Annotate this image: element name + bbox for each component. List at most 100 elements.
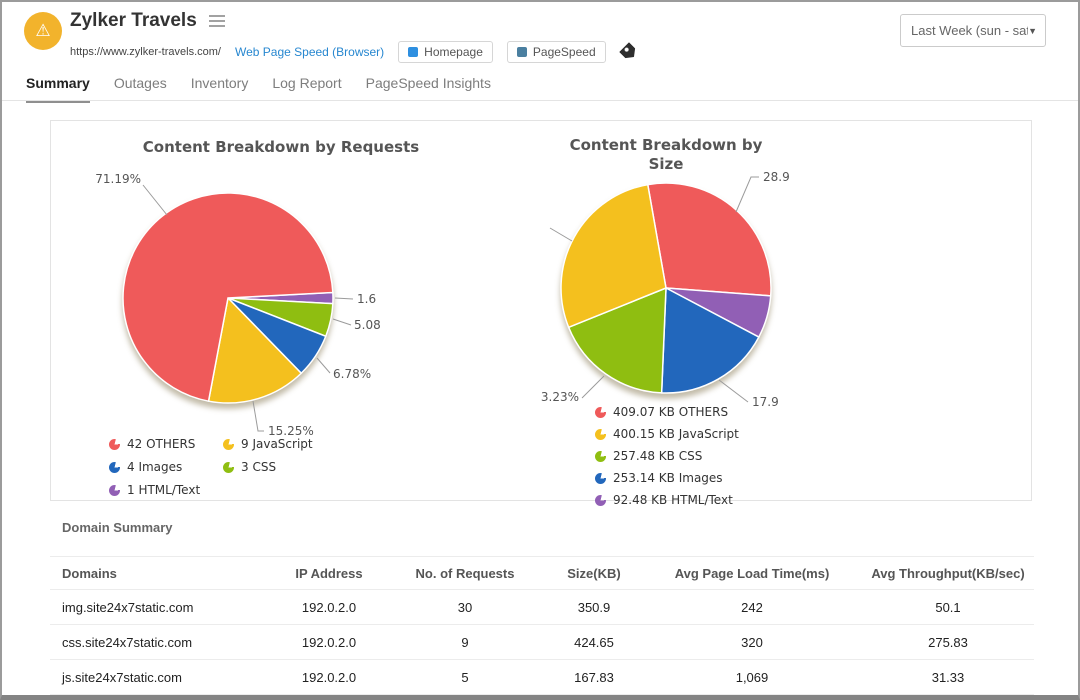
- col-avg-page-load-time: Avg Page Load Time(ms): [642, 557, 862, 590]
- legend-label: 92.48 KB HTML/Text: [613, 493, 733, 507]
- cell-load-time: 320: [642, 625, 862, 660]
- size-pie-chart: [561, 183, 771, 393]
- legend-item-others[interactable]: 42 OTHERS: [109, 437, 200, 451]
- domain-summary-title: Domain Summary: [62, 520, 173, 535]
- cell-domain: img.site24x7static.com: [50, 590, 274, 625]
- callout-others-size: 28.9: [763, 170, 790, 184]
- content-breakdown-panel: Content Breakdown by Requests Content Br…: [50, 120, 1032, 501]
- table-row: img.site24x7static.com 192.0.2.0 30 350.…: [50, 590, 1034, 625]
- callout-htmltext-requests: 1.6: [357, 292, 376, 306]
- col-size-kb: Size(KB): [546, 557, 642, 590]
- pie-legend-icon: [595, 473, 606, 484]
- badge-label: PageSpeed: [533, 45, 596, 59]
- pie-legend-icon: [109, 485, 120, 496]
- col-domains: Domains: [50, 557, 274, 590]
- table-row: css.site24x7static.com 192.0.2.0 9 424.6…: [50, 625, 1034, 660]
- pie-legend-icon: [109, 439, 120, 450]
- warning-icon: ⚠: [35, 21, 50, 41]
- pie-legend-icon: [109, 462, 120, 473]
- cell-throughput: 31.33: [862, 660, 1034, 695]
- tab-log-report[interactable]: Log Report: [272, 75, 341, 103]
- legend-label: 4 Images: [127, 460, 182, 474]
- pie-legend-icon: [595, 407, 606, 418]
- legend-label: 253.14 KB Images: [613, 471, 723, 485]
- cell-requests: 5: [384, 660, 546, 695]
- page-title: Zylker Travels: [70, 10, 197, 32]
- legend-item-css[interactable]: 3 CSS: [223, 460, 313, 474]
- hamburger-menu-icon[interactable]: [209, 15, 225, 27]
- badge-square-icon: [517, 47, 527, 57]
- legend-label: 1 HTML/Text: [127, 483, 200, 497]
- tab-summary[interactable]: Summary: [26, 75, 90, 103]
- legend-item-others-size[interactable]: 409.07 KB OTHERS: [595, 405, 739, 419]
- requests-legend-col1: 42 OTHERS 4 Images 1 HTML/Text: [109, 437, 200, 497]
- pie-legend-icon: [595, 451, 606, 462]
- period-dropdown[interactable]: Last Week (sun - sat ▼: [900, 14, 1046, 47]
- header: Zylker Travels: [70, 10, 225, 32]
- cell-ip: 192.0.2.0: [274, 660, 384, 695]
- tabs-divider: [2, 100, 1078, 101]
- pie-legend-icon: [595, 429, 606, 440]
- pie-legend-icon: [223, 439, 234, 450]
- legend-label: 3 CSS: [241, 460, 276, 474]
- col-no-of-requests: No. of Requests: [384, 557, 546, 590]
- size-legend: 409.07 KB OTHERS 400.15 KB JavaScript 25…: [595, 405, 739, 507]
- tab-bar: Summary Outages Inventory Log Report Pag…: [26, 75, 491, 103]
- cell-size: 167.83: [546, 660, 642, 695]
- cell-size: 350.9: [546, 590, 642, 625]
- legend-item-javascript-size[interactable]: 400.15 KB JavaScript: [595, 427, 739, 441]
- tab-outages[interactable]: Outages: [114, 75, 167, 103]
- cell-domain: css.site24x7static.com: [50, 625, 274, 660]
- requests-pie-chart: [123, 193, 333, 403]
- callout-images-requests: 6.78%: [333, 367, 371, 381]
- callout-images-size: 17.9: [752, 395, 779, 409]
- callout-css-size: 3.23%: [501, 390, 579, 404]
- period-dropdown-value: Last Week (sun - sat: [911, 23, 1028, 38]
- legend-label: 42 OTHERS: [127, 437, 195, 451]
- table-header-row: Domains IP Address No. of Requests Size(…: [50, 557, 1034, 590]
- legend-item-htmltext[interactable]: 1 HTML/Text: [109, 483, 200, 497]
- cell-ip: 192.0.2.0: [274, 625, 384, 660]
- cell-size: 424.65: [546, 625, 642, 660]
- legend-label: 257.48 KB CSS: [613, 449, 702, 463]
- web-page-speed-link[interactable]: Web Page Speed (Browser): [235, 45, 384, 59]
- monitor-status-icon: ⚠: [24, 12, 62, 50]
- cell-ip: 192.0.2.0: [274, 590, 384, 625]
- badge-label: Homepage: [424, 45, 483, 59]
- cell-throughput: 50.1: [862, 590, 1034, 625]
- requests-legend-col2: 9 JavaScript 3 CSS: [223, 437, 313, 474]
- legend-label: 400.15 KB JavaScript: [613, 427, 739, 441]
- cell-domain: js.site24x7static.com: [50, 660, 274, 695]
- callout-css-requests: 5.08: [354, 318, 381, 332]
- cell-throughput: 275.83: [862, 625, 1034, 660]
- chevron-down-icon: ▼: [1028, 26, 1037, 36]
- tag-icon[interactable]: [619, 42, 639, 62]
- legend-label: 9 JavaScript: [241, 437, 313, 451]
- legend-item-images[interactable]: 4 Images: [109, 460, 200, 474]
- legend-label: 409.07 KB OTHERS: [613, 405, 728, 419]
- legend-item-css-size[interactable]: 257.48 KB CSS: [595, 449, 739, 463]
- cell-requests: 30: [384, 590, 546, 625]
- pie-legend-icon: [595, 495, 606, 506]
- legend-item-htmltext-size[interactable]: 92.48 KB HTML/Text: [595, 493, 739, 507]
- cell-requests: 9: [384, 625, 546, 660]
- badge-homepage[interactable]: Homepage: [398, 41, 493, 63]
- col-ip-address: IP Address: [274, 557, 384, 590]
- badge-square-icon: [408, 47, 418, 57]
- callout-javascript-requests: 15.25%: [268, 424, 314, 438]
- legend-item-images-size[interactable]: 253.14 KB Images: [595, 471, 739, 485]
- pie-legend-icon: [223, 462, 234, 473]
- domain-summary-table: Domains IP Address No. of Requests Size(…: [50, 556, 1034, 695]
- tab-inventory[interactable]: Inventory: [191, 75, 249, 103]
- url-row: https://www.zylker-travels.com/ Web Page…: [70, 41, 636, 63]
- cell-load-time: 242: [642, 590, 862, 625]
- tab-pagespeed-insights[interactable]: PageSpeed Insights: [366, 75, 491, 103]
- col-avg-throughput: Avg Throughput(KB/sec): [862, 557, 1034, 590]
- cell-load-time: 1,069: [642, 660, 862, 695]
- pie-slice-others[interactable]: [648, 183, 771, 296]
- table-row: js.site24x7static.com 192.0.2.0 5 167.83…: [50, 660, 1034, 695]
- page: ⚠ Zylker Travels https://www.zylker-trav…: [0, 0, 1080, 700]
- badge-pagespeed[interactable]: PageSpeed: [507, 41, 606, 63]
- legend-item-javascript[interactable]: 9 JavaScript: [223, 437, 313, 451]
- callout-others-requests: 71.19%: [65, 172, 141, 186]
